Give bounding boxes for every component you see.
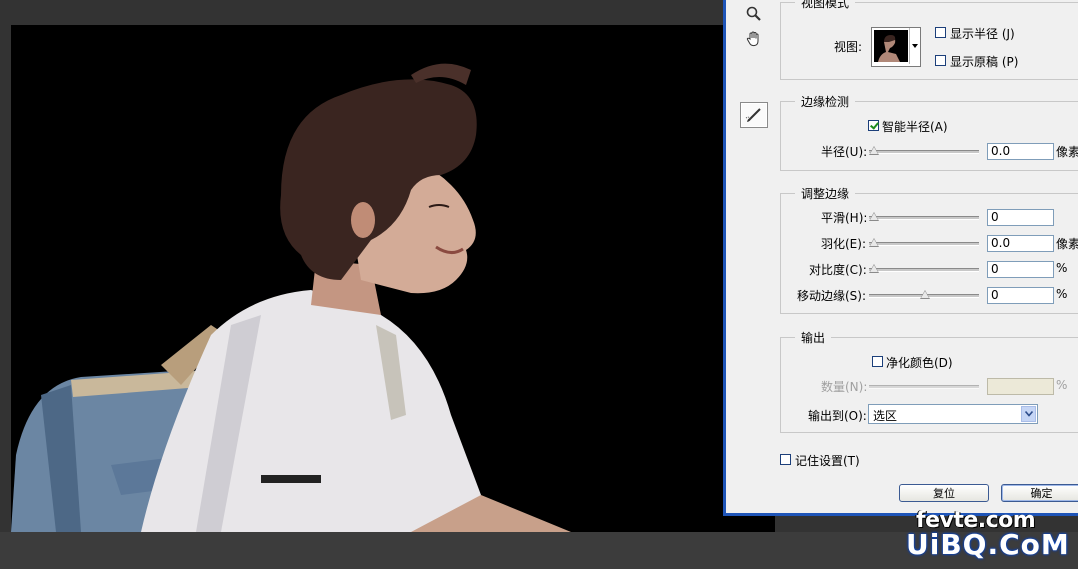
show-original-label: 显示原稿 (P) (950, 55, 1019, 69)
smart-radius-label: 智能半径(A) (882, 120, 948, 134)
shift-edge-input[interactable]: 0 (987, 287, 1054, 304)
chevron-down-icon[interactable] (1021, 406, 1036, 422)
view-mode-legend: 视图模式 (795, 0, 856, 11)
shift-edge-label: 移动边缘(S): (797, 289, 867, 303)
remember-settings-label: 记住设置(T) (795, 454, 860, 468)
smooth-input[interactable]: 0 (987, 209, 1054, 226)
shift-edge-unit: % (1056, 287, 1068, 301)
edge-detection-group: 边缘检测 (780, 93, 1078, 171)
feather-slider[interactable] (869, 237, 979, 249)
chevron-down-icon (909, 28, 920, 64)
photo-preview (11, 63, 571, 532)
amount-label: 数量(N): (821, 380, 868, 394)
output-legend: 输出 (795, 329, 832, 346)
radius-label: 半径(U): (821, 145, 868, 159)
decontaminate-checkbox[interactable] (872, 356, 883, 367)
smooth-slider-thumb[interactable] (869, 212, 879, 221)
contrast-slider[interactable] (869, 263, 979, 275)
show-original-checkbox[interactable] (935, 55, 946, 66)
watermark-uibq: UiBQ.CoM (906, 528, 1070, 561)
radius-slider[interactable] (869, 145, 979, 157)
view-mode-group: 视图模式 (780, 0, 1078, 80)
feather-label: 羽化(E): (821, 237, 866, 251)
feather-slider-thumb[interactable] (869, 238, 879, 247)
show-radius-checkbox[interactable] (935, 27, 946, 38)
view-thumbnail-image (874, 30, 908, 62)
adjust-edge-legend: 调整边缘 (795, 185, 856, 202)
hand-icon[interactable] (741, 27, 767, 51)
ok-button[interactable]: 确定 (1001, 484, 1078, 502)
feather-unit: 像素 (1056, 237, 1078, 251)
output-to-select[interactable]: 选区 (868, 404, 1038, 424)
remember-settings-checkbox[interactable] (780, 454, 791, 465)
feather-input[interactable]: 0.0 (987, 235, 1054, 252)
smooth-label: 平滑(H): (821, 211, 868, 225)
radius-input[interactable]: 0.0 (987, 143, 1054, 160)
contrast-unit: % (1056, 261, 1068, 275)
amount-unit: % (1056, 378, 1068, 392)
amount-slider[interactable] (869, 380, 979, 392)
show-radius-label: 显示半径 (J) (950, 27, 1015, 41)
zoom-icon[interactable] (741, 2, 767, 26)
smooth-slider[interactable] (869, 211, 979, 223)
decontaminate-label: 净化颜色(D) (886, 356, 953, 370)
refine-edge-dialog: 视图模式 视图: 显示半径 (J) 显示原稿 (P) 边缘检测 智能半径(A) … (723, 0, 1078, 516)
output-to-value: 选区 (873, 409, 898, 423)
contrast-input[interactable]: 0 (987, 261, 1054, 278)
shift-edge-slider-thumb[interactable] (920, 290, 930, 299)
smart-radius-checkbox[interactable] (868, 120, 879, 131)
document-canvas[interactable] (11, 25, 775, 532)
radius-unit: 像素 (1056, 145, 1078, 159)
reset-button[interactable]: 复位 (899, 484, 989, 502)
amount-input[interactable] (987, 378, 1054, 395)
output-to-label: 输出到(O): (808, 409, 867, 423)
radius-slider-thumb[interactable] (869, 146, 879, 155)
view-label: 视图: (834, 40, 863, 54)
contrast-label: 对比度(C): (809, 263, 867, 277)
edge-detection-legend: 边缘检测 (795, 93, 856, 110)
refine-radius-brush-icon[interactable] (740, 102, 768, 128)
view-thumbnail-dropdown[interactable] (871, 27, 921, 67)
shift-edge-slider[interactable] (869, 289, 979, 301)
contrast-slider-thumb[interactable] (869, 264, 879, 273)
